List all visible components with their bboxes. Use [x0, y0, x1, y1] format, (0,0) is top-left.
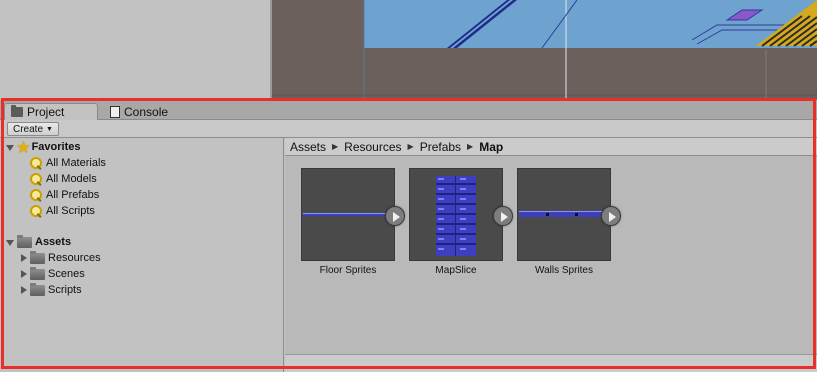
search-icon — [29, 188, 43, 202]
sprite-strip-preview — [519, 211, 609, 217]
scene-canvas — [272, 0, 817, 100]
asset-item-floor-sprites[interactable]: Floor Sprites — [301, 168, 405, 276]
expand-play-icon[interactable] — [385, 206, 405, 226]
scene-view[interactable] — [272, 0, 817, 100]
dropdown-caret-icon: ▼ — [46, 125, 53, 133]
folder-tree: ★ Favorites All Materials All Models All… — [0, 138, 284, 372]
asset-browser: Assets ▶ Resources ▶ Prefabs ▶ Map Floor… — [285, 138, 817, 372]
expand-arrow-icon[interactable] — [6, 238, 15, 247]
create-button-label: Create — [13, 123, 44, 135]
breadcrumb-arrow-icon: ▶ — [332, 142, 339, 151]
asset-label: MapSlice — [435, 265, 477, 276]
collapse-arrow-icon[interactable] — [19, 285, 28, 295]
tree-item-label: Scenes — [48, 268, 85, 280]
folder-icon — [30, 266, 45, 280]
hierarchy-panel-bottom — [0, 0, 272, 100]
asset-label: Walls Sprites — [535, 265, 593, 276]
breadcrumb: Assets ▶ Resources ▶ Prefabs ▶ Map — [285, 138, 817, 156]
tree-item-all-prefabs[interactable]: All Prefabs — [29, 187, 99, 203]
tree-item-scripts[interactable]: Scripts — [19, 282, 82, 298]
tree-item-resources[interactable]: Resources — [19, 250, 101, 266]
scene-sky — [364, 0, 817, 48]
search-icon — [29, 156, 43, 170]
folder-icon — [30, 250, 45, 264]
asset-thumbnail[interactable] — [409, 168, 513, 261]
tree-item-all-models[interactable]: All Models — [29, 171, 97, 187]
collapse-arrow-icon[interactable] — [19, 253, 28, 263]
asset-item-walls-sprites[interactable]: Walls Sprites — [517, 168, 621, 276]
tab-strip: Project Console — [0, 100, 817, 120]
tree-item-all-scripts[interactable]: All Scripts — [29, 203, 95, 219]
sprite-grid-preview — [436, 176, 476, 256]
breadcrumb-item-map[interactable]: Map — [479, 140, 503, 154]
star-icon: ★ — [17, 139, 30, 155]
collapse-arrow-icon[interactable] — [19, 269, 28, 279]
tree-item-label: Resources — [48, 252, 101, 264]
breadcrumb-item-assets[interactable]: Assets — [290, 140, 326, 154]
folder-icon — [17, 234, 32, 248]
tab-console[interactable]: Console — [104, 103, 194, 120]
tree-item-label: Favorites — [31, 141, 81, 153]
tree-item-label: All Models — [46, 173, 97, 185]
asset-item-mapslice[interactable]: MapSlice — [409, 168, 513, 276]
asset-thumbnail[interactable] — [301, 168, 405, 261]
breadcrumb-item-prefabs[interactable]: Prefabs — [420, 140, 461, 154]
sprite-strip-preview — [303, 213, 393, 216]
scene-area — [0, 0, 817, 100]
search-icon — [29, 204, 43, 218]
tree-item-all-materials[interactable]: All Materials — [29, 155, 106, 171]
expand-arrow-icon[interactable] — [6, 143, 15, 152]
tree-item-label: All Materials — [46, 157, 106, 169]
breadcrumb-arrow-icon: ▶ — [407, 142, 414, 151]
tab-project[interactable]: Project — [4, 103, 98, 120]
asset-label: Floor Sprites — [319, 265, 377, 276]
expand-play-icon[interactable] — [493, 206, 513, 226]
tree-item-assets[interactable]: Assets — [6, 234, 71, 250]
folder-icon — [11, 105, 23, 117]
create-dropdown-button[interactable]: Create ▼ — [7, 122, 59, 136]
breadcrumb-item-resources[interactable]: Resources — [344, 140, 401, 154]
project-window: Project Console Create ▼ ★ Favorites All… — [0, 100, 817, 372]
tree-item-label: All Prefabs — [46, 189, 100, 201]
tree-item-favorites[interactable]: ★ Favorites — [6, 139, 80, 155]
tab-console-label: Console — [124, 104, 169, 119]
search-icon — [29, 172, 43, 186]
tree-item-label: Scripts — [48, 284, 82, 296]
breadcrumb-arrow-icon: ▶ — [467, 142, 474, 151]
console-icon — [110, 105, 120, 118]
tab-project-label: Project — [27, 105, 65, 119]
tree-item-label: Assets — [35, 236, 72, 248]
asset-browser-footer — [285, 354, 817, 372]
expand-play-icon[interactable] — [601, 206, 621, 226]
tree-item-scenes[interactable]: Scenes — [19, 266, 85, 282]
tree-item-label: All Scripts — [46, 205, 95, 217]
folder-icon — [30, 282, 45, 296]
asset-thumbnail[interactable] — [517, 168, 621, 261]
project-toolbar: Create ▼ — [0, 120, 817, 138]
